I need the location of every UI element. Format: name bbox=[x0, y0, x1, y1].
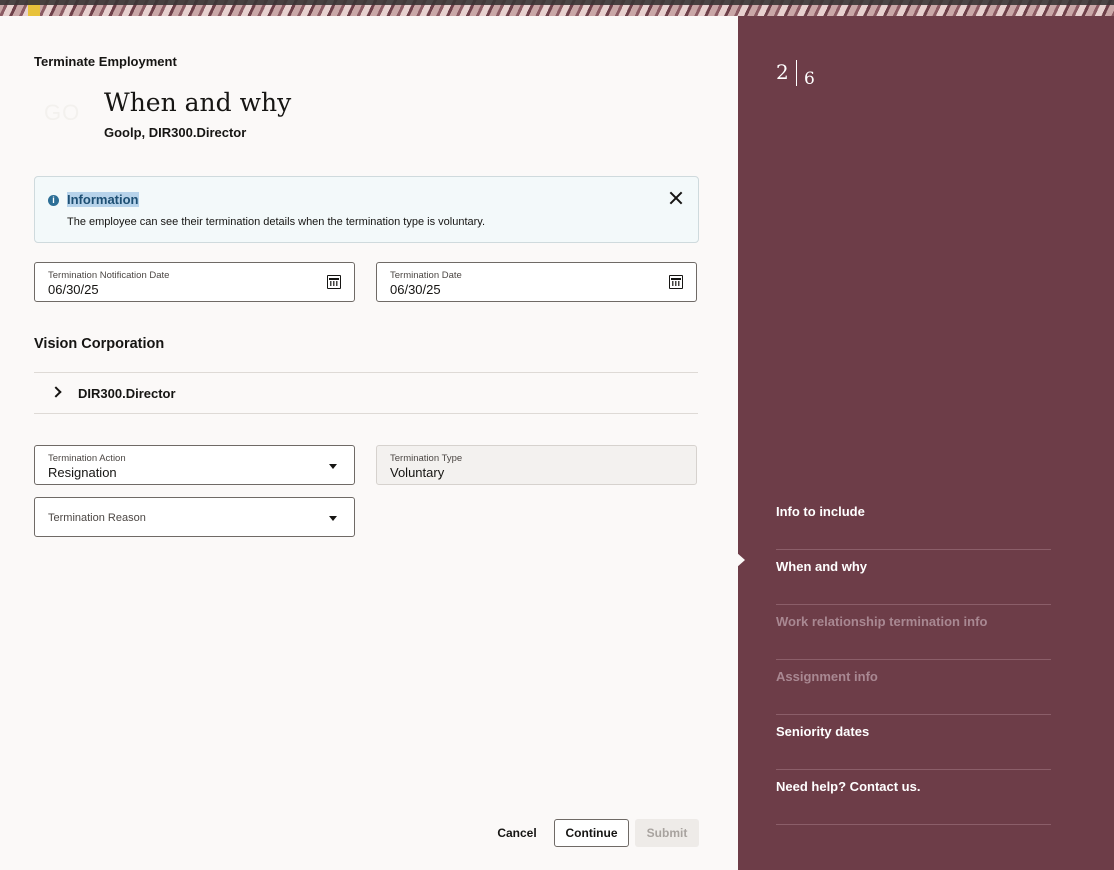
info-message: i Information The employee can see their… bbox=[34, 176, 699, 243]
termination-action-select[interactable]: Termination Action Resignation bbox=[34, 445, 355, 485]
termination-notification-date-field[interactable]: Termination Notification Date 06/30/25 bbox=[34, 262, 355, 302]
info-icon: i bbox=[48, 195, 59, 206]
submit-button[interactable]: Submit bbox=[635, 819, 699, 847]
continue-button[interactable]: Continue bbox=[554, 819, 629, 847]
caret-down-icon[interactable] bbox=[329, 464, 337, 469]
field-value[interactable]: Resignation bbox=[48, 465, 117, 480]
nav-item-contact-us[interactable]: Need help? Contact us. bbox=[776, 770, 1051, 825]
nav-item-assignment-info: Assignment info bbox=[776, 660, 1051, 715]
assignment-row[interactable]: DIR300.Director bbox=[34, 372, 698, 414]
calendar-icon[interactable] bbox=[669, 275, 683, 289]
field-label: Termination Type bbox=[390, 453, 463, 464]
current-step-pointer bbox=[736, 552, 745, 568]
avatar: GO bbox=[44, 100, 81, 125]
info-title: Information bbox=[67, 192, 139, 207]
progress-panel: 2 6 Info to include When and why Work re… bbox=[736, 16, 1114, 870]
page-title: When and why bbox=[104, 88, 292, 117]
nav-item-work-relationship-termination-info: Work relationship termination info bbox=[776, 605, 1051, 660]
termination-type-field: Termination Type Voluntary bbox=[376, 445, 697, 485]
main-panel: Terminate Employment GO When and why Goo… bbox=[0, 16, 738, 870]
page-subtitle: Goolp, DIR300.Director bbox=[104, 125, 247, 140]
termination-reason-select[interactable]: Termination Reason bbox=[34, 497, 355, 537]
field-value[interactable]: 06/30/25 bbox=[48, 282, 99, 297]
decorative-banner bbox=[0, 0, 1114, 16]
nav-item-seniority-dates[interactable]: Seniority dates bbox=[776, 715, 1051, 770]
field-label: Termination Action bbox=[48, 453, 126, 464]
field-label: Termination Notification Date bbox=[48, 270, 170, 281]
termination-date-field[interactable]: Termination Date 06/30/25 bbox=[376, 262, 697, 302]
field-value[interactable]: 06/30/25 bbox=[390, 282, 441, 297]
step-divider bbox=[796, 60, 797, 86]
page-eyebrow: Terminate Employment bbox=[34, 54, 177, 69]
step-current: 2 bbox=[776, 60, 789, 84]
nav-item-info-to-include[interactable]: Info to include bbox=[776, 495, 1051, 550]
field-label: Termination Date bbox=[390, 270, 462, 281]
info-text: The employee can see their termination d… bbox=[67, 216, 486, 228]
nav-item-when-and-why[interactable]: When and why bbox=[776, 550, 1051, 605]
section-title: Vision Corporation bbox=[34, 336, 165, 352]
caret-down-icon[interactable] bbox=[329, 516, 337, 521]
close-icon[interactable] bbox=[668, 190, 684, 206]
chevron-right-icon[interactable] bbox=[50, 386, 62, 398]
field-label: Termination Reason bbox=[48, 512, 146, 524]
field-value: Voluntary bbox=[390, 465, 445, 480]
step-total: 6 bbox=[804, 69, 815, 89]
cancel-button[interactable]: Cancel bbox=[490, 819, 544, 847]
calendar-icon[interactable] bbox=[327, 275, 341, 289]
assignment-row-label: DIR300.Director bbox=[78, 386, 176, 401]
